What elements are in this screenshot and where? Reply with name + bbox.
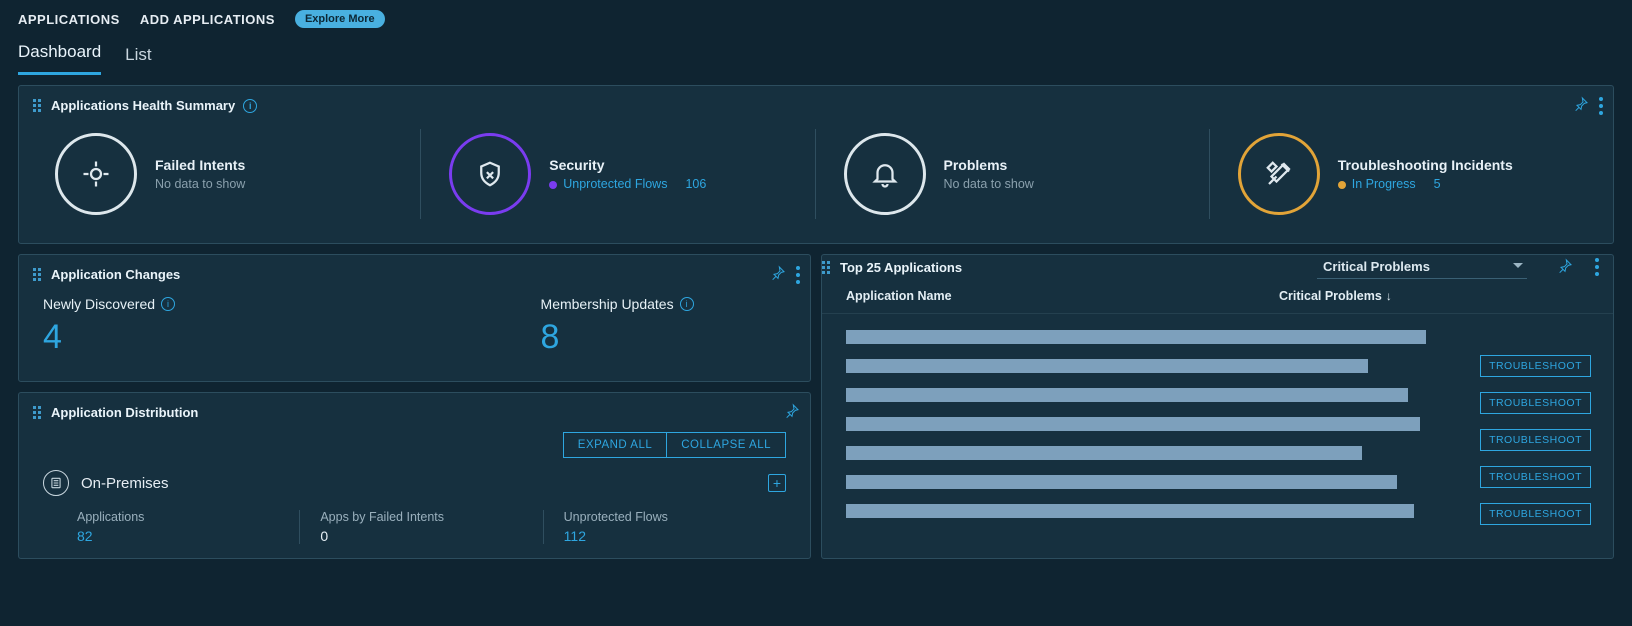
collapse-all-button[interactable]: COLLAPSE ALL (667, 432, 786, 458)
expand-all-button[interactable]: EXPAND ALL (563, 432, 667, 458)
table-row (846, 415, 1589, 433)
panel-application-distribution: Application Distribution EXPAND ALL COLL… (18, 392, 811, 559)
bar[interactable] (846, 504, 1414, 518)
unprotected-flows-value: 106 (685, 177, 706, 191)
table-row (846, 502, 1589, 520)
more-icon[interactable] (1599, 97, 1603, 115)
shield-x-icon (449, 133, 531, 215)
table-row (846, 386, 1589, 404)
health-item-title: Troubleshooting Incidents (1338, 157, 1513, 173)
explore-more-pill[interactable]: Explore More (295, 10, 385, 28)
info-icon[interactable]: i (243, 99, 257, 113)
add-button[interactable]: + (768, 474, 786, 492)
dot-icon (549, 181, 557, 189)
metric-value[interactable]: 4 (43, 318, 175, 357)
panel-title: Application Distribution (51, 405, 198, 420)
troubleshoot-button[interactable]: TROUBLESHOOT (1480, 466, 1591, 488)
bell-icon (844, 133, 926, 215)
health-item-title: Failed Intents (155, 157, 245, 173)
metric-label: Membership Updates (541, 296, 674, 312)
table-row (846, 473, 1589, 491)
stat-label: Applications (77, 510, 279, 524)
bar[interactable] (846, 388, 1408, 402)
datacenter-icon (43, 470, 69, 496)
pin-icon[interactable] (1573, 96, 1589, 115)
panel-title: Application Changes (51, 267, 180, 282)
col-application-name[interactable]: Application Name (846, 289, 1279, 303)
more-icon[interactable] (796, 266, 800, 284)
onprem-label: On-Premises (81, 475, 169, 492)
sort-desc-icon: ↓ (1386, 289, 1392, 303)
bar[interactable] (846, 446, 1362, 460)
tab-list[interactable]: List (125, 45, 151, 75)
troubleshoot-button[interactable]: TROUBLESHOOT (1480, 355, 1591, 377)
bar[interactable] (846, 359, 1368, 373)
troubleshoot-button[interactable]: TROUBLESHOOT (1480, 392, 1591, 414)
bar[interactable] (846, 330, 1426, 344)
info-icon[interactable]: i (161, 297, 175, 311)
metric-membership-updates: Membership Updates i 8 (541, 296, 786, 357)
col-critical-problems[interactable]: Critical Problems↓ (1279, 289, 1589, 303)
health-security: Security Unprotected Flows 106 (420, 129, 814, 219)
health-item-title: Problems (944, 157, 1034, 173)
health-item-title: Security (549, 157, 706, 173)
stat-value[interactable]: 112 (564, 528, 766, 544)
table-row (846, 444, 1589, 462)
drag-handle-icon[interactable] (822, 261, 832, 274)
pin-icon[interactable] (1557, 258, 1573, 277)
drag-handle-icon[interactable] (33, 406, 43, 419)
stat-value: 0 (320, 528, 522, 544)
panel-title: Applications Health Summary (51, 98, 235, 113)
sort-select[interactable]: Critical Problems (1317, 255, 1527, 279)
inprogress-link[interactable]: In Progress (1352, 177, 1416, 191)
table-row (846, 328, 1589, 346)
info-icon[interactable]: i (680, 297, 694, 311)
panel-health-summary: Applications Health Summary i Failed Int… (18, 85, 1614, 244)
troubleshoot-button[interactable]: TROUBLESHOOT (1480, 503, 1591, 525)
pin-icon[interactable] (770, 265, 786, 284)
pin-icon[interactable] (784, 403, 800, 422)
tools-icon (1238, 133, 1320, 215)
stat-unprotected-flows: Unprotected Flows 112 (543, 510, 786, 544)
more-icon[interactable] (1595, 258, 1599, 276)
health-troubleshoot: Troubleshooting Incidents In Progress 5 (1209, 129, 1603, 219)
metric-newly-discovered: Newly Discovered i 4 (43, 296, 175, 357)
panel-top-applications: Top 25 Applications Critical Problems Ap… (821, 254, 1614, 559)
tab-dashboard[interactable]: Dashboard (18, 42, 101, 75)
health-failed-intents: Failed Intents No data to show (27, 129, 420, 219)
bar[interactable] (846, 417, 1420, 431)
nav-applications[interactable]: APPLICATIONS (18, 12, 120, 27)
drag-handle-icon[interactable] (33, 99, 43, 112)
panel-application-changes: Application Changes Newly Discoveredi 4 … (18, 254, 811, 382)
stat-label: Unprotected Flows (564, 510, 766, 524)
inprogress-value: 5 (1434, 177, 1441, 191)
stat-applications: Applications 82 (43, 510, 299, 544)
panel-title: Top 25 Applications (840, 260, 962, 275)
stat-value[interactable]: 82 (77, 528, 279, 544)
dot-icon (1338, 181, 1346, 189)
bar[interactable] (846, 475, 1397, 489)
health-problems: Problems No data to show (815, 129, 1209, 219)
stat-label: Apps by Failed Intents (320, 510, 522, 524)
unprotected-flows-link[interactable]: Unprotected Flows (563, 177, 667, 191)
nav-add-applications[interactable]: ADD APPLICATIONS (140, 12, 275, 27)
health-item-sub: No data to show (944, 177, 1034, 191)
health-item-sub: No data to show (155, 177, 245, 191)
table-row (846, 357, 1589, 375)
metric-value[interactable]: 8 (541, 318, 786, 357)
drag-handle-icon[interactable] (33, 268, 43, 281)
stat-failed-intents: Apps by Failed Intents 0 (299, 510, 542, 544)
troubleshoot-button[interactable]: TROUBLESHOOT (1480, 429, 1591, 451)
target-icon (55, 133, 137, 215)
metric-label: Newly Discovered (43, 296, 155, 312)
